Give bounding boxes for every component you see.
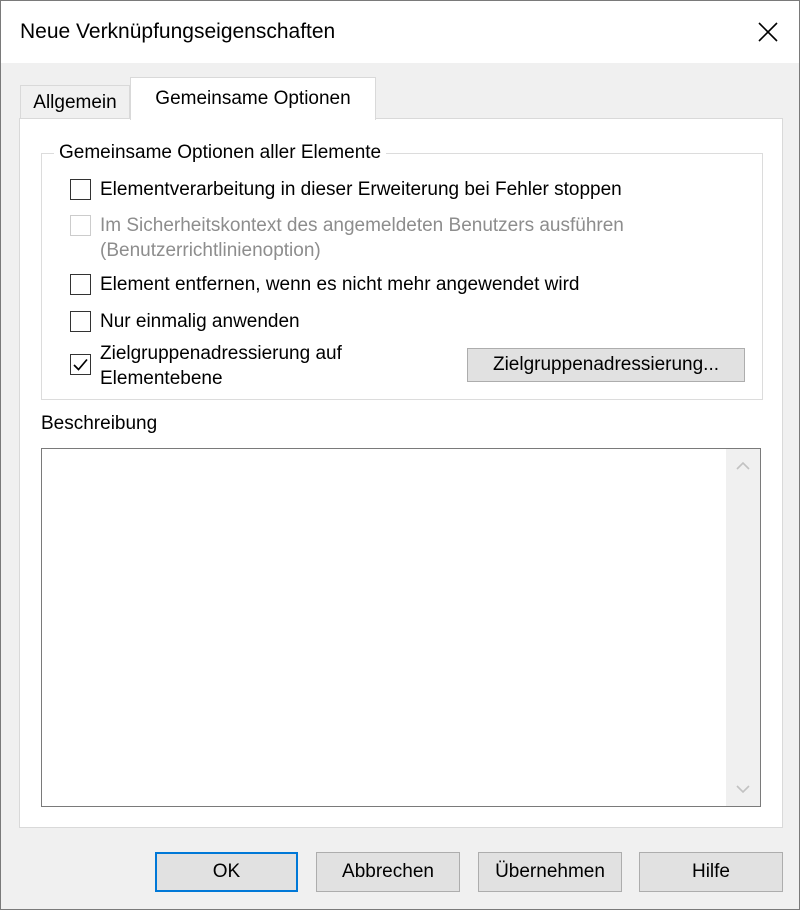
scroll-up-button[interactable] bbox=[726, 449, 760, 483]
chevron-up-icon bbox=[736, 461, 750, 470]
dialog-window: Neue Verknüpfungseigenschaften Allgemein… bbox=[0, 0, 800, 910]
description-textarea[interactable] bbox=[41, 448, 761, 807]
help-button[interactable]: Hilfe bbox=[639, 852, 783, 892]
remove-when-not-applied-checkbox[interactable] bbox=[70, 274, 91, 295]
description-scrollbar[interactable] bbox=[726, 449, 760, 806]
tab-allgemein[interactable]: Allgemein bbox=[20, 85, 130, 119]
ok-button[interactable]: OK bbox=[155, 852, 298, 892]
scroll-down-button[interactable] bbox=[726, 772, 760, 806]
user-security-context-checkbox bbox=[70, 215, 91, 236]
option-label: Zielgruppenadressierung auf Elementebene bbox=[100, 341, 342, 391]
stop-on-error-checkbox[interactable] bbox=[70, 179, 91, 200]
apply-button[interactable]: Übernehmen bbox=[478, 852, 622, 892]
option-label: Elementverarbeitung in dieser Erweiterun… bbox=[100, 179, 622, 200]
tab-label: Gemeinsame Optionen bbox=[155, 88, 351, 109]
cancel-button[interactable]: Abbrechen bbox=[316, 852, 460, 892]
tab-panel: Gemeinsame Optionen aller Elemente Eleme… bbox=[19, 118, 783, 828]
close-button[interactable] bbox=[737, 1, 799, 63]
option-apply-once[interactable]: Nur einmalig anwenden bbox=[70, 309, 300, 334]
option-label-line1: Im Sicherheitskontext des angemeldeten B… bbox=[100, 215, 624, 236]
chevron-down-icon bbox=[736, 785, 750, 794]
window-title: Neue Verknüpfungseigenschaften bbox=[20, 20, 336, 43]
title-bar: Neue Verknüpfungseigenschaften bbox=[1, 1, 799, 63]
description-label: Beschreibung bbox=[41, 413, 158, 434]
option-label-line1: Zielgruppenadressierung auf bbox=[100, 343, 342, 364]
option-label: Nur einmalig anwenden bbox=[100, 311, 300, 332]
option-item-level-targeting[interactable]: Zielgruppenadressierung auf Elementebene bbox=[70, 341, 342, 391]
option-stop-on-error[interactable]: Elementverarbeitung in dieser Erweiterun… bbox=[70, 177, 622, 202]
apply-once-checkbox[interactable] bbox=[70, 311, 91, 332]
group-legend: Gemeinsame Optionen aller Elemente bbox=[54, 142, 387, 164]
checkmark-icon bbox=[73, 358, 88, 371]
close-icon bbox=[758, 22, 778, 42]
option-label-line2: (Benutzerrichtlinienoption) bbox=[100, 240, 321, 261]
option-label: Im Sicherheitskontext des angemeldeten B… bbox=[100, 213, 624, 263]
item-level-targeting-checkbox[interactable] bbox=[70, 354, 91, 375]
option-user-security-context: Im Sicherheitskontext des angemeldeten B… bbox=[70, 213, 624, 263]
tab-gemeinsame-optionen[interactable]: Gemeinsame Optionen bbox=[130, 77, 376, 120]
option-label-line2: Elementebene bbox=[100, 368, 223, 389]
option-remove-when-not-applied[interactable]: Element entfernen, wenn es nicht mehr an… bbox=[70, 272, 580, 297]
targeting-button[interactable]: Zielgruppenadressierung... bbox=[467, 348, 745, 382]
tab-label: Allgemein bbox=[33, 91, 117, 113]
common-options-group: Gemeinsame Optionen aller Elemente Eleme… bbox=[41, 142, 763, 400]
option-label: Element entfernen, wenn es nicht mehr an… bbox=[100, 274, 580, 295]
